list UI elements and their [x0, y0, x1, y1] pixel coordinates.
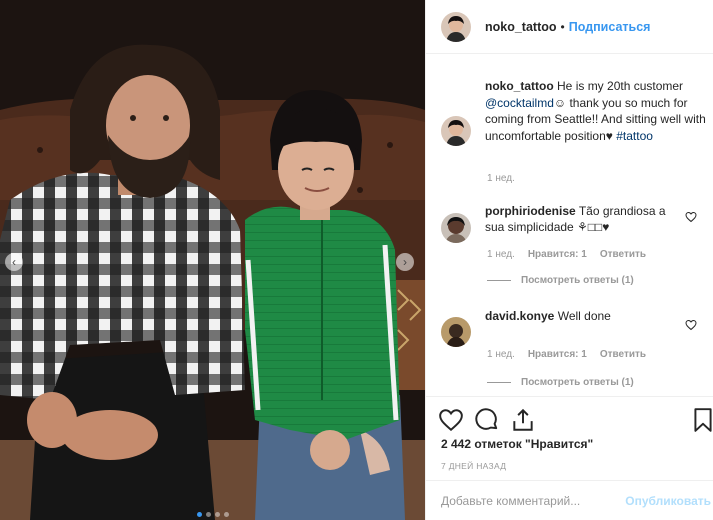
- heart-icon[interactable]: [685, 319, 697, 331]
- caption-hashtag-link[interactable]: #tattoo: [616, 129, 653, 143]
- comment-username[interactable]: david.konye: [485, 309, 554, 323]
- post-username[interactable]: noko_tattoo: [485, 20, 557, 34]
- instagram-post-view: ‹ › noko_tattoo • Подписаться noko_tatto…: [0, 0, 713, 520]
- view-replies-button[interactable]: Посмотреть ответы (1): [487, 377, 711, 388]
- publish-button[interactable]: Опубликовать: [625, 494, 711, 508]
- chevron-right-icon[interactable]: ›: [396, 253, 414, 271]
- bookmark-icon[interactable]: [690, 407, 713, 433]
- post-action-bar: [426, 396, 713, 440]
- header-separator: •: [560, 19, 565, 34]
- add-comment-bar: Опубликовать: [426, 480, 713, 520]
- comment-username[interactable]: porphiriodenise: [485, 204, 576, 218]
- comment-item: david.konye Well done 1 нед. Нравится: 1…: [441, 308, 711, 388]
- reply-button[interactable]: Ответить: [600, 249, 646, 260]
- post-caption: noko_tattoo He is my 20th customer @cock…: [441, 78, 706, 146]
- comment-text: david.konye Well done: [485, 308, 683, 347]
- view-replies-button[interactable]: Посмотреть ответы (1): [487, 275, 711, 286]
- post-header: noko_tattoo • Подписаться: [426, 0, 713, 54]
- comment-input[interactable]: [441, 493, 621, 508]
- avatar[interactable]: [441, 317, 471, 347]
- carousel-indicator: [0, 512, 425, 517]
- carousel-dot: [205, 512, 211, 517]
- likes-count[interactable]: 2 442 отметок "Нравится": [441, 437, 593, 451]
- comment-meta: 1 нед. Нравится: 1 Ответить: [487, 249, 711, 260]
- carousel-dot: [223, 512, 229, 517]
- comment-bubble-icon[interactable]: [474, 407, 500, 433]
- follow-button[interactable]: Подписаться: [569, 20, 651, 34]
- avatar[interactable]: [441, 11, 471, 42]
- comment-item: porphiriodenise Tão grandiosa a sua simp…: [441, 203, 711, 286]
- post-side-panel: noko_tattoo • Подписаться noko_tattoo He…: [425, 0, 713, 520]
- heart-icon[interactable]: [685, 211, 697, 223]
- view-replies-label: Посмотреть ответы (1): [521, 275, 634, 286]
- caption-timestamp[interactable]: 1 нед.: [487, 173, 515, 184]
- comment-timestamp[interactable]: 1 нед.: [487, 249, 515, 260]
- replies-divider: [487, 382, 511, 383]
- photo-illustration: [0, 0, 425, 520]
- share-icon[interactable]: [510, 407, 536, 433]
- comment-body: Well done: [557, 309, 611, 323]
- post-timestamp[interactable]: 7 ДНЕЙ НАЗАД: [441, 461, 506, 471]
- comment-meta: 1 нед. Нравится: 1 Ответить: [487, 349, 711, 360]
- post-photo[interactable]: ‹ ›: [0, 0, 425, 520]
- comment-likes[interactable]: Нравится: 1: [528, 349, 587, 360]
- heart-icon[interactable]: [438, 407, 464, 433]
- reply-button[interactable]: Ответить: [600, 349, 646, 360]
- carousel-dot: [196, 512, 202, 517]
- carousel-dot: [214, 512, 220, 517]
- comment-text: porphiriodenise Tão grandiosa a sua simp…: [485, 203, 683, 243]
- comment-timestamp[interactable]: 1 нед.: [487, 349, 515, 360]
- caption-mention-link[interactable]: @cocktailmd: [485, 96, 554, 110]
- view-replies-label: Посмотреть ответы (1): [521, 377, 634, 388]
- caption-text: noko_tattoo He is my 20th customer @cock…: [485, 78, 706, 146]
- avatar[interactable]: [441, 213, 471, 243]
- comment-likes[interactable]: Нравится: 1: [528, 249, 587, 260]
- replies-divider: [487, 280, 511, 281]
- caption-username[interactable]: noko_tattoo: [485, 79, 554, 93]
- avatar[interactable]: [441, 116, 471, 146]
- chevron-left-icon[interactable]: ‹: [5, 253, 23, 271]
- caption-text-before: He is my 20th customer: [557, 79, 684, 93]
